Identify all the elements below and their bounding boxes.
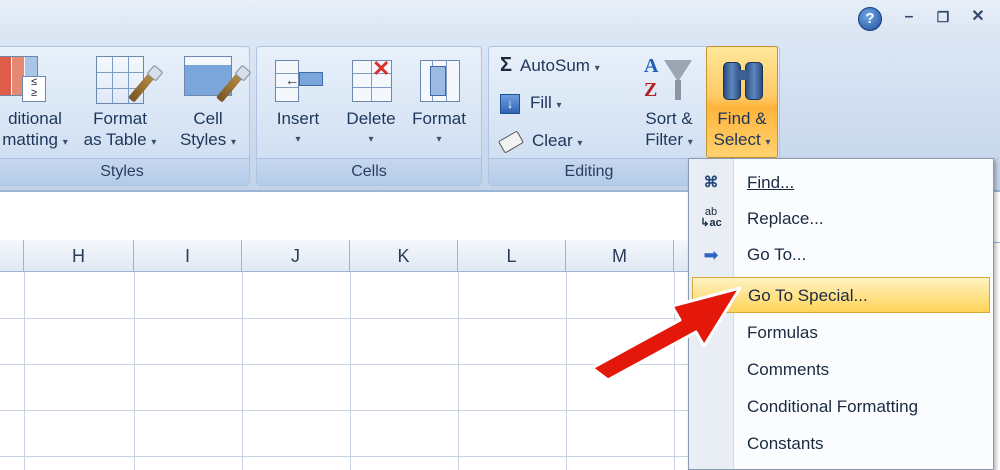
chevron-down-icon: ▾ <box>687 137 693 148</box>
chevron-down-icon: ▾ <box>62 137 68 148</box>
menu-item-replace[interactable]: ab ↳ac Replace... <box>689 201 993 237</box>
chevron-down-icon: ▾ <box>765 137 771 148</box>
menu-item-label: Go To Special... <box>748 286 868 305</box>
goto-arrow-icon: ➡ <box>703 245 719 265</box>
chevron-down-icon: ▾ <box>436 134 442 145</box>
conditional-formatting-label-1: ditional <box>8 109 62 128</box>
chevron-down-icon: ▾ <box>151 137 157 148</box>
column-header-j[interactable]: J <box>242 240 350 272</box>
find-select-button[interactable]: Find & Select ▾ <box>706 56 778 153</box>
insert-label: Insert <box>276 109 320 128</box>
fill-button[interactable]: ↓ Fill ▾ <box>500 90 561 116</box>
delete-cells-icon: ✕ <box>346 56 396 104</box>
autosum-button[interactable]: Σ AutoSum ▾ <box>500 52 600 78</box>
chevron-down-icon: ▾ <box>368 134 374 145</box>
menu-item-find[interactable]: ⌘ Find... <box>689 165 993 201</box>
replace-icon: ab ↳ac <box>700 206 722 229</box>
autosum-label: AutoSum <box>520 56 590 75</box>
insert-cells-icon: ← <box>273 56 323 104</box>
binoculars-icon <box>717 56 767 104</box>
column-header-partial[interactable] <box>0 240 24 272</box>
red-annotation-arrow <box>590 286 742 382</box>
eraser-icon <box>497 129 525 154</box>
format-label: Format <box>412 109 466 128</box>
insert-button[interactable]: ← Insert ▾ <box>266 56 330 150</box>
find-select-label-1: Find & <box>717 109 767 128</box>
conditional-formatting-label-2: matting <box>2 130 58 149</box>
excel-window: ? – ❐ ✕ Styles ≤ ≥ ditional matting ▾ For… <box>0 0 1000 470</box>
title-bar: ? – ❐ ✕ <box>0 0 1000 38</box>
format-as-table-icon <box>96 56 156 104</box>
chevron-down-icon: ▾ <box>295 134 301 145</box>
clear-button[interactable]: Clear ▾ <box>497 128 583 154</box>
menu-item-label: Conditional Formatting <box>747 397 919 416</box>
format-as-table-label-1: Format <box>93 109 147 128</box>
menu-item-constants[interactable]: Constants <box>689 426 993 462</box>
column-header-i[interactable]: I <box>134 240 242 272</box>
format-cells-icon <box>414 56 464 104</box>
menu-item-label: Replace... <box>747 209 824 228</box>
chevron-down-icon: ▾ <box>577 138 583 149</box>
restore-icon[interactable]: ❐ <box>932 6 954 28</box>
close-icon[interactable]: ✕ <box>967 6 989 28</box>
chevron-down-icon: ▾ <box>556 100 562 111</box>
menu-item-label: Find... <box>747 173 795 192</box>
delete-label: Delete <box>346 109 396 128</box>
menu-item-conditional-formatting[interactable]: Conditional Formatting <box>689 389 993 425</box>
delete-button[interactable]: ✕ Delete ▾ <box>338 56 404 150</box>
menu-item-label: Constants <box>747 434 824 453</box>
sort-filter-icon: A Z <box>642 56 696 104</box>
sort-filter-label-2: Filter <box>645 130 683 149</box>
find-select-label-2: Select <box>713 130 761 149</box>
cells-group-label: Cells <box>257 158 481 185</box>
column-header-h[interactable]: H <box>24 240 134 272</box>
column-header-l[interactable]: L <box>458 240 566 272</box>
chevron-down-icon: ▾ <box>231 137 237 148</box>
help-icon[interactable]: ? <box>858 7 882 31</box>
format-as-table-button[interactable]: Format as Table ▾ <box>82 56 158 153</box>
fill-down-icon: ↓ <box>500 93 520 114</box>
conditional-formatting-button[interactable]: ≤ ≥ ditional matting ▾ <box>0 56 78 153</box>
conditional-formatting-icon: ≤ ≥ <box>0 56 46 104</box>
format-as-table-label-2: as Table <box>83 130 147 149</box>
column-header-k[interactable]: K <box>350 240 458 272</box>
cell-styles-label-1: Cell <box>193 109 223 128</box>
chevron-down-icon: ▾ <box>594 63 600 74</box>
binoculars-icon: ⌘ <box>703 174 719 191</box>
cell-styles-label-2: Styles <box>179 130 227 149</box>
clear-label: Clear <box>532 131 573 150</box>
cell-styles-button[interactable]: Cell Styles ▾ <box>174 56 244 153</box>
sort-filter-label-1: Sort & <box>645 109 693 128</box>
fill-label: Fill <box>530 93 552 112</box>
format-button[interactable]: Format ▾ <box>406 56 472 150</box>
sigma-icon: Σ <box>500 54 513 76</box>
cell-styles-icon <box>184 56 244 104</box>
editing-group-label: Editing <box>489 158 689 185</box>
minimize-icon[interactable]: – <box>898 6 920 28</box>
styles-group-label: Styles <box>0 158 249 185</box>
sort-filter-button[interactable]: A Z Sort & Filter ▾ <box>636 56 702 153</box>
